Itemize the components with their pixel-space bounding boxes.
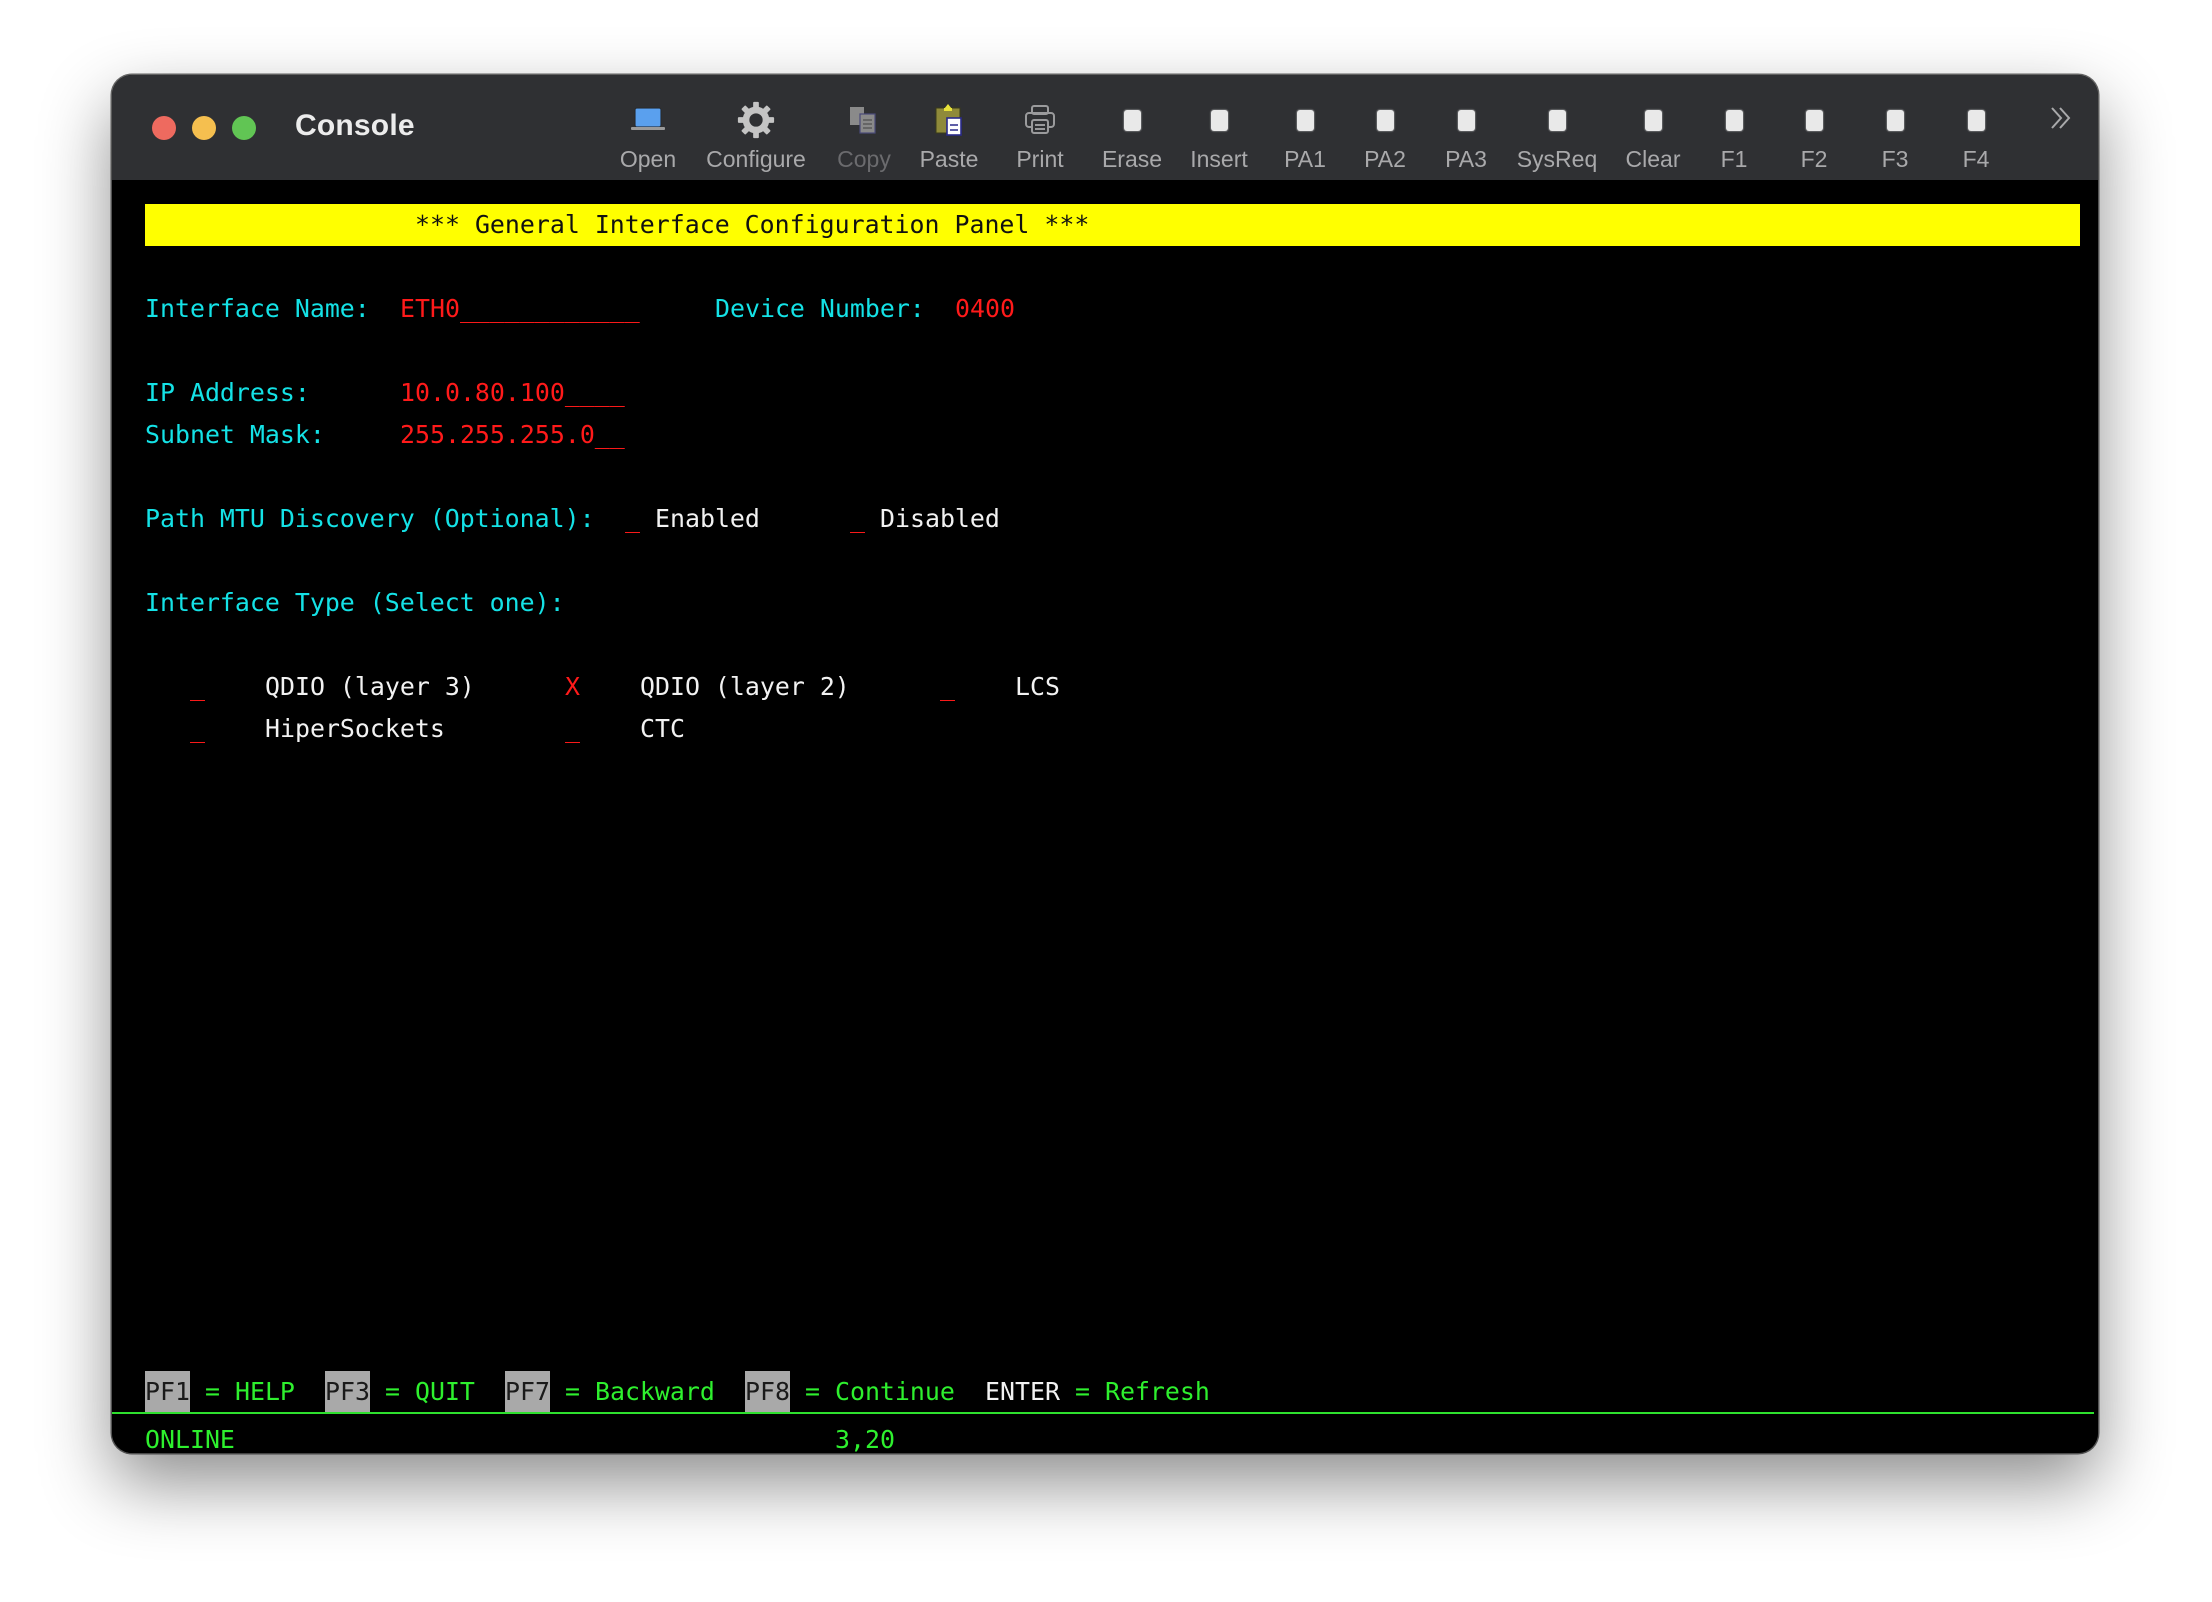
interface-type-label: Interface Type (Select one): xyxy=(145,588,565,617)
pf1-action: = HELP xyxy=(205,1377,295,1406)
window-title: Console xyxy=(295,109,415,142)
toolbar-f4-label: F4 xyxy=(1962,146,1990,172)
pf8-action: = Continue xyxy=(805,1377,955,1406)
console-window: Console Open Configure Copy Paste Print … xyxy=(112,75,2098,1453)
path-mtu-enabled-field[interactable]: _ xyxy=(625,498,640,540)
toolbar-insert-button[interactable]: Insert xyxy=(1169,89,1269,172)
key-icon xyxy=(1956,103,1996,137)
key-icon xyxy=(1199,103,1239,137)
toolbar-configure-button[interactable]: Configure xyxy=(706,89,806,172)
qdio-layer3-label: QDIO (layer 3) xyxy=(265,672,475,701)
toolbar-sysreq-label: SysReq xyxy=(1516,146,1598,172)
laptop-icon xyxy=(628,103,668,137)
minimize-button[interactable] xyxy=(192,116,216,140)
key-icon xyxy=(1875,103,1915,137)
pf3-action: = QUIT xyxy=(385,1377,475,1406)
titlebar: Console Open Configure Copy Paste Print … xyxy=(112,75,2098,180)
toolbar-sysreq-button[interactable]: SysReq xyxy=(1507,89,1607,172)
key-icon xyxy=(1714,103,1754,137)
printer-icon xyxy=(1020,103,1060,137)
hipersockets-field[interactable]: _ xyxy=(190,708,205,750)
path-mtu-disabled-label: Disabled xyxy=(880,504,1000,533)
interface-name-label: Interface Name: xyxy=(145,294,370,323)
connection-status: ONLINE xyxy=(145,1425,235,1453)
toolbar-paste-label: Paste xyxy=(919,146,979,172)
ip-address-label: IP Address: xyxy=(145,378,310,407)
hipersockets-label: HiperSockets xyxy=(265,714,445,743)
path-mtu-disabled-field[interactable]: _ xyxy=(850,498,865,540)
toolbar-f4-button[interactable]: F4 xyxy=(1926,89,2026,172)
chevron-double-right-icon[interactable] xyxy=(2046,103,2076,139)
path-mtu-enabled-label: Enabled xyxy=(655,504,760,533)
qdio-layer2-field[interactable]: X xyxy=(565,666,580,708)
toolbar-print-button[interactable]: Print xyxy=(990,89,1090,172)
device-number-field[interactable]: 0400 xyxy=(955,288,1015,330)
zoom-button[interactable] xyxy=(232,116,256,140)
terminal-screen[interactable]: *** General Interface Configuration Pane… xyxy=(112,180,2098,1453)
toolbar-paste-button[interactable]: Paste xyxy=(899,89,999,172)
toolbar-erase-label: Erase xyxy=(1101,146,1163,172)
panel-title: *** General Interface Configuration Pane… xyxy=(415,210,1090,239)
pf3-key[interactable]: PF3 xyxy=(325,1371,370,1413)
pf1-key[interactable]: PF1 xyxy=(145,1371,190,1413)
key-icon xyxy=(1112,103,1152,137)
pf7-key[interactable]: PF7 xyxy=(505,1371,550,1413)
copy-icon xyxy=(844,103,884,137)
lcs-label: LCS xyxy=(1015,672,1060,701)
toolbar-insert-label: Insert xyxy=(1190,146,1248,172)
qdio-layer2-label: QDIO (layer 2) xyxy=(640,672,850,701)
toolbar-pa3-label: PA3 xyxy=(1445,146,1487,172)
toolbar-configure-label: Configure xyxy=(706,146,806,172)
key-icon xyxy=(1365,103,1405,137)
interface-name-field[interactable]: ETH0____________ xyxy=(400,288,640,330)
status-separator xyxy=(112,1412,2094,1414)
key-icon xyxy=(1633,103,1673,137)
toolbar-erase-button[interactable]: Erase xyxy=(1082,89,1182,172)
key-icon xyxy=(1794,103,1834,137)
lcs-field[interactable]: _ xyxy=(940,666,955,708)
key-icon xyxy=(1285,103,1325,137)
close-button[interactable] xyxy=(152,116,176,140)
pf7-action: = Backward xyxy=(565,1377,715,1406)
pf8-key[interactable]: PF8 xyxy=(745,1371,790,1413)
path-mtu-label: Path MTU Discovery (Optional): xyxy=(145,504,595,533)
gear-icon xyxy=(736,101,776,139)
enter-key[interactable]: ENTER xyxy=(985,1371,1060,1413)
ctc-label: CTC xyxy=(640,714,685,743)
subnet-mask-field[interactable]: 255.255.255.0__ xyxy=(400,414,625,456)
toolbar-open-button[interactable]: Open xyxy=(598,89,698,172)
toolbar-print-label: Print xyxy=(1016,146,1064,172)
toolbar-open-label: Open xyxy=(619,146,677,172)
cursor-position: 3,20 xyxy=(835,1425,895,1453)
paste-icon xyxy=(929,103,969,137)
device-number-label: Device Number: xyxy=(715,294,925,323)
key-icon xyxy=(1537,103,1577,137)
ctc-field[interactable]: _ xyxy=(565,708,580,750)
toolbar-pa3-button[interactable]: PA3 xyxy=(1416,89,1516,172)
key-icon xyxy=(1446,103,1486,137)
qdio-layer3-field[interactable]: _ xyxy=(190,666,205,708)
ip-address-field[interactable]: 10.0.80.100____ xyxy=(400,372,625,414)
subnet-mask-label: Subnet Mask: xyxy=(145,420,325,449)
enter-action: = Refresh xyxy=(1075,1377,1210,1406)
